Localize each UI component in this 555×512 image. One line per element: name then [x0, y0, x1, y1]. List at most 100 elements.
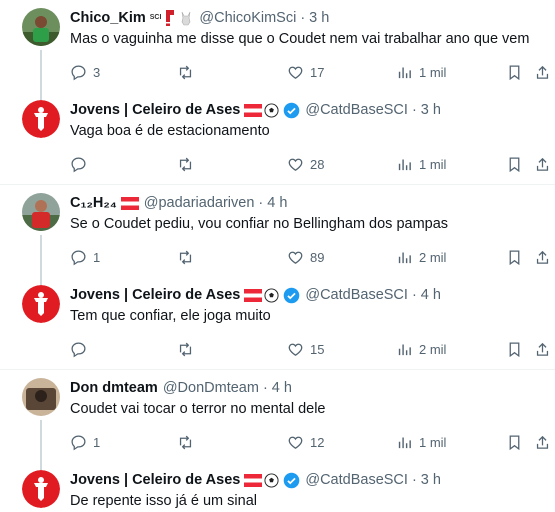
- timestamp[interactable]: 3 h: [421, 470, 441, 490]
- tweet[interactable]: Jovens | Celeiro de Ases @CatdBaseSCI · …: [0, 462, 555, 512]
- handle[interactable]: @padariadariven: [144, 193, 255, 213]
- reply-button[interactable]: [70, 339, 93, 359]
- share-icon: [536, 250, 549, 264]
- bookmark-button[interactable]: [506, 154, 523, 174]
- reply-button[interactable]: 1: [70, 432, 100, 452]
- reply-icon: [71, 249, 86, 265]
- tweet[interactable]: Chico_Kim SCI @ChicoKimSci · 3 h Mas o v…: [0, 0, 555, 92]
- retweet-button[interactable]: [177, 154, 200, 174]
- bookmark-button[interactable]: [506, 247, 523, 267]
- name-emoji: [244, 102, 279, 118]
- handle[interactable]: @CatdBaseSCI: [305, 285, 408, 305]
- like-icon: [288, 66, 303, 79]
- tweet-text: Tem que confiar, ele joga muito: [70, 308, 271, 324]
- verified-badge-icon[interactable]: [283, 287, 300, 304]
- tweet-text: Coudet vai tocar o terror no mental dele: [70, 401, 326, 417]
- bookmark-button[interactable]: [506, 339, 523, 359]
- tweet-header: Jovens | Celeiro de Ases @CatdBaseSCI · …: [70, 100, 441, 120]
- reply-button[interactable]: [70, 154, 93, 174]
- share-button[interactable]: [534, 339, 551, 359]
- avatar[interactable]: [22, 193, 60, 231]
- bookmark-button[interactable]: [506, 432, 523, 452]
- reply-count: 1: [93, 434, 101, 450]
- verified-badge-icon[interactable]: [283, 102, 300, 119]
- name-emoji: [244, 287, 279, 303]
- verified-badge-icon[interactable]: [283, 472, 300, 489]
- avatar[interactable]: [22, 100, 60, 138]
- thread-line: [40, 235, 42, 277]
- retweet-icon: [179, 435, 192, 449]
- austria-flag-icon: [244, 473, 263, 487]
- reply-icon: [71, 341, 86, 357]
- views-button[interactable]: 1 mil: [396, 432, 446, 452]
- reply-button[interactable]: 1: [70, 247, 100, 267]
- scarf-icon: [166, 10, 175, 26]
- timestamp[interactable]: 4 h: [267, 193, 287, 213]
- timestamp[interactable]: 4 h: [421, 285, 441, 305]
- soccer-ball-icon: [264, 472, 279, 488]
- like-button[interactable]: 15: [287, 339, 324, 359]
- like-button[interactable]: 17: [287, 62, 324, 82]
- separator-dot: ·: [300, 10, 306, 26]
- goat-icon: [182, 11, 191, 26]
- timestamp[interactable]: 4 h: [272, 378, 292, 398]
- avatar[interactable]: [22, 285, 60, 323]
- like-count: 28: [310, 156, 325, 172]
- retweet-button[interactable]: [177, 62, 200, 82]
- views-count: 1 mil: [419, 156, 447, 172]
- views-button[interactable]: 1 mil: [396, 154, 446, 174]
- tweet-text: Se o Coudet pediu, vou confiar no Bellin…: [70, 216, 449, 232]
- like-count: 12: [310, 434, 325, 450]
- reply-count: 1: [93, 249, 101, 265]
- handle[interactable]: @CatdBaseSCI: [305, 470, 408, 490]
- reply-button[interactable]: 3: [70, 62, 100, 82]
- share-button[interactable]: [534, 154, 551, 174]
- display-name[interactable]: C₁₂H₂₄: [70, 193, 117, 213]
- like-button[interactable]: 12: [287, 432, 324, 452]
- retweet-button[interactable]: [177, 339, 200, 359]
- bookmark-icon: [509, 64, 520, 80]
- views-count: 1 mil: [419, 434, 447, 450]
- display-name[interactable]: Jovens | Celeiro de Ases: [70, 470, 240, 490]
- share-icon: [536, 65, 549, 79]
- avatar[interactable]: [22, 8, 60, 46]
- handle[interactable]: @CatdBaseSCI: [305, 100, 408, 120]
- austria-flag-icon: [120, 196, 139, 210]
- avatar[interactable]: [22, 378, 60, 416]
- views-button[interactable]: 1 mil: [396, 62, 446, 82]
- tweet-text: Vaga boa é de estacionamento: [70, 123, 270, 139]
- views-button[interactable]: 2 mil: [396, 247, 446, 267]
- handle[interactable]: @ChicoKimSci: [199, 8, 296, 28]
- avatar[interactable]: [22, 470, 60, 508]
- retweet-button[interactable]: [177, 247, 200, 267]
- display-name[interactable]: Don dmteam: [70, 378, 158, 398]
- retweet-icon: [179, 65, 192, 79]
- share-button[interactable]: [534, 247, 551, 267]
- reply-icon: [71, 156, 86, 172]
- reply-icon: [71, 64, 86, 80]
- retweet-icon: [179, 157, 192, 171]
- display-name[interactable]: Jovens | Celeiro de Ases: [70, 100, 240, 120]
- timestamp[interactable]: 3 h: [421, 100, 441, 120]
- tweet[interactable]: Don dmteam @DonDmteam · 4 h Coudet vai t…: [0, 370, 555, 462]
- share-button[interactable]: [534, 62, 551, 82]
- display-name[interactable]: Chico_Kim: [70, 8, 146, 28]
- tweet[interactable]: C₁₂H₂₄ @padariadariven · 4 h Se o Coudet…: [0, 185, 555, 277]
- views-count: 2 mil: [419, 341, 447, 357]
- handle[interactable]: @DonDmteam: [163, 378, 259, 398]
- like-button[interactable]: 28: [287, 154, 324, 174]
- club-logo-icon: [22, 285, 60, 323]
- display-name[interactable]: Jovens | Celeiro de Ases: [70, 285, 240, 305]
- like-count: 89: [310, 249, 325, 265]
- views-button[interactable]: 2 mil: [396, 339, 446, 359]
- action-bar: 1 89 2 mil: [70, 247, 550, 267]
- timestamp[interactable]: 3 h: [309, 8, 329, 28]
- share-button[interactable]: [534, 432, 551, 452]
- tweet-header: Jovens | Celeiro de Ases @CatdBaseSCI · …: [70, 470, 441, 490]
- tweet-header: Jovens | Celeiro de Ases @CatdBaseSCI · …: [70, 285, 441, 305]
- tweet[interactable]: Jovens | Celeiro de Ases @CatdBaseSCI · …: [0, 277, 555, 369]
- like-button[interactable]: 89: [287, 247, 324, 267]
- tweet[interactable]: Jovens | Celeiro de Ases @CatdBaseSCI · …: [0, 92, 555, 184]
- bookmark-button[interactable]: [506, 62, 523, 82]
- retweet-button[interactable]: [177, 432, 200, 452]
